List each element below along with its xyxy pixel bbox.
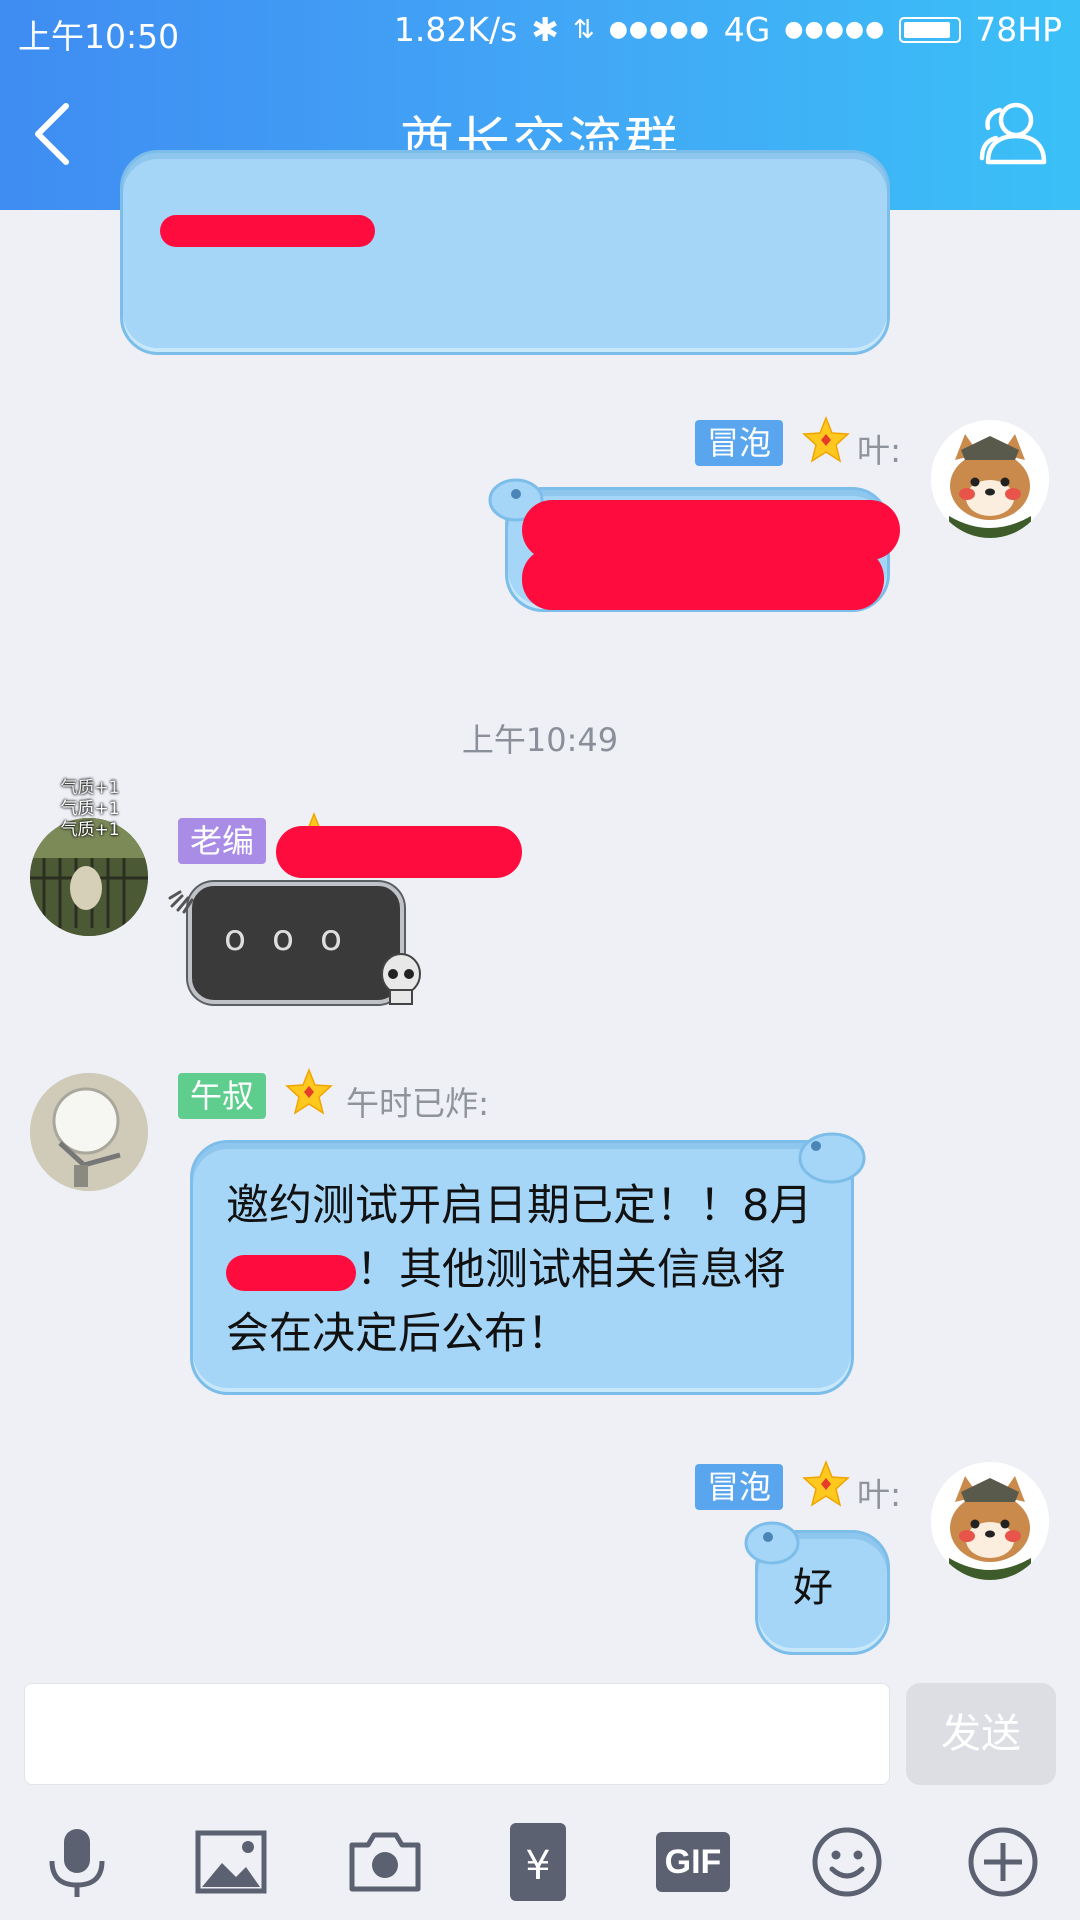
typing-bubble: ooo	[188, 882, 404, 1004]
status-time: 上午10:50	[18, 17, 180, 56]
shiba-avatar-icon	[931, 1462, 1049, 1580]
bluetooth-icon: ✱	[531, 10, 559, 49]
star-level-icon	[802, 416, 850, 463]
status-right: 1.82K/s ✱ ⇅ ●●●●● 4G ●●●●● 78HP	[394, 10, 1062, 49]
member-title-badge: 老编	[178, 818, 267, 864]
skeleton-hand-icon	[168, 890, 194, 914]
group-members-icon[interactable]	[972, 98, 1052, 168]
member-title-badge: 冒泡	[695, 420, 784, 466]
plus-icon[interactable]	[964, 1823, 1042, 1901]
microphone-icon[interactable]	[38, 1823, 116, 1901]
skull-icon	[381, 953, 421, 1005]
send-button[interactable]: 发送	[906, 1683, 1056, 1785]
redacted-mark	[276, 826, 522, 878]
red-packet-symbol: ¥	[525, 1843, 551, 1889]
message-input[interactable]	[24, 1683, 890, 1785]
photo-avatar-icon	[30, 1073, 148, 1191]
status-bar: 上午10:50 1.82K/s ✱ ⇅ ●●●●● 4G ●●●●● 78HP	[0, 0, 1080, 62]
redacted-mark	[522, 548, 884, 610]
network-type: 4G	[723, 10, 771, 49]
data-transfer-icon: ⇅	[572, 14, 595, 45]
star-level-icon	[802, 1460, 850, 1507]
avatar[interactable]	[931, 420, 1049, 538]
sender-name: 叶:	[857, 1475, 902, 1514]
network-speed: 1.82K/s	[393, 10, 518, 49]
sender-name: 叶:	[857, 431, 902, 470]
message-text: 邀约测试开启日期已定！！8月！其他测试相关信息将会在决定后公布！	[226, 1174, 826, 1366]
member-title-badge: 午叔	[178, 1073, 267, 1119]
overlay-line: 气质+1	[60, 778, 120, 798]
star-level-icon	[285, 1068, 333, 1115]
message-bubble[interactable]	[120, 150, 890, 355]
signal-icon: ●●●●●	[784, 17, 886, 42]
overlay-line: 气质+1	[60, 820, 120, 840]
battery-label: 78HP	[975, 10, 1062, 49]
signal-icon: ●●●●●	[608, 17, 710, 42]
battery-icon	[899, 16, 962, 43]
redacted-mark	[226, 1254, 356, 1291]
image-icon[interactable]	[192, 1823, 270, 1901]
sender-name: 午时已炸:	[346, 1084, 490, 1123]
typing-dots: ooo	[223, 918, 369, 959]
timestamp-divider: 上午10:49	[461, 721, 619, 759]
avatar[interactable]	[931, 1462, 1049, 1580]
overlay-line: 气质+1	[60, 799, 120, 819]
redacted-mark	[160, 215, 375, 247]
avatar[interactable]	[30, 1073, 148, 1191]
member-title-badge: 冒泡	[695, 1464, 784, 1510]
gif-icon[interactable]: GIF	[656, 1832, 730, 1892]
emoji-icon[interactable]	[808, 1823, 886, 1901]
gif-label: GIF	[664, 1843, 722, 1881]
message-text-part: 邀约测试开启日期已定！！8月	[226, 1181, 813, 1231]
red-packet-icon[interactable]: ¥	[510, 1823, 566, 1901]
shiba-avatar-icon	[931, 420, 1049, 538]
camera-icon[interactable]	[346, 1823, 424, 1901]
avatar-overlay-text: 气质+1 气质+1 气质+1	[50, 778, 130, 841]
message-text: 好	[793, 1565, 833, 1611]
